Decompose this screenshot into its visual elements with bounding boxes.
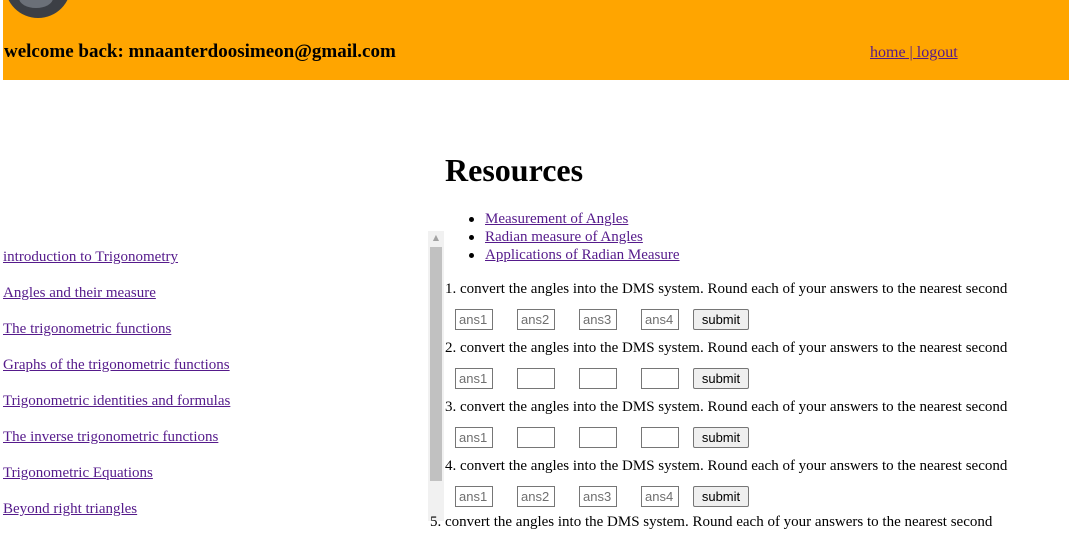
answer-input-4[interactable] xyxy=(641,427,679,448)
question-block: 1. convert the angles into the DMS syste… xyxy=(445,280,1065,339)
question-block: 3. convert the angles into the DMS syste… xyxy=(445,398,1065,457)
avatar xyxy=(5,0,71,18)
avatar-image xyxy=(19,0,53,8)
answer-input-2[interactable] xyxy=(517,486,555,507)
questions-list: 1. convert the angles into the DMS syste… xyxy=(445,280,1065,516)
top-nav: home | logout xyxy=(870,44,958,62)
resource-link-applications[interactable]: Applications of Radian Measure xyxy=(485,247,680,263)
scrollbar[interactable]: ▲ xyxy=(428,231,444,521)
answer-input-2[interactable] xyxy=(517,427,555,448)
answer-input-3[interactable] xyxy=(579,309,617,330)
list-item: Measurement of Angles xyxy=(445,210,680,228)
question-text: 1. convert the angles into the DMS syste… xyxy=(445,281,1008,297)
scroll-up-arrow-icon[interactable]: ▲ xyxy=(428,231,444,245)
resources-list: Measurement of Angles Radian measure of … xyxy=(445,210,680,264)
answer-input-1[interactable] xyxy=(455,486,493,507)
question-block: 4. convert the angles into the DMS syste… xyxy=(445,457,1065,516)
answer-input-4[interactable] xyxy=(641,486,679,507)
answer-input-3[interactable] xyxy=(579,368,617,389)
question-text: 4. convert the angles into the DMS syste… xyxy=(445,458,1008,474)
resource-link-radian[interactable]: Radian measure of Angles xyxy=(485,229,643,245)
sidebar-item-beyond-right-triangles[interactable]: Beyond right triangles xyxy=(3,500,230,536)
page-title: Resources xyxy=(445,152,584,188)
logout-link[interactable]: logout xyxy=(917,44,958,61)
sidebar-item-trig-functions[interactable]: The trigonometric functions xyxy=(3,320,230,356)
answer-input-4[interactable] xyxy=(641,368,679,389)
resource-link-measurement[interactable]: Measurement of Angles xyxy=(485,211,628,227)
question-text-partial: 5. convert the angles into the DMS syste… xyxy=(430,514,993,530)
list-item: Applications of Radian Measure xyxy=(445,246,680,264)
submit-button[interactable]: submit xyxy=(693,486,749,507)
question-block: 2. convert the angles into the DMS syste… xyxy=(445,339,1065,398)
header-bar: welcome back: mnaanterdoosimeon@gmail.co… xyxy=(3,0,1069,80)
sidebar-item-introduction[interactable]: introduction to Trigonometry xyxy=(3,248,230,284)
answer-input-3[interactable] xyxy=(579,486,617,507)
home-link[interactable]: home xyxy=(870,44,906,61)
sidebar-item-inverse[interactable]: The inverse trigonometric functions xyxy=(3,428,230,464)
welcome-message: welcome back: mnaanterdoosimeon@gmail.co… xyxy=(4,41,396,62)
list-item: Radian measure of Angles xyxy=(445,228,680,246)
sidebar-item-identities[interactable]: Trigonometric identities and formulas xyxy=(3,392,230,428)
question-text: 3. convert the angles into the DMS syste… xyxy=(445,399,1008,415)
submit-button[interactable]: submit xyxy=(693,427,749,448)
answer-input-3[interactable] xyxy=(579,427,617,448)
nav-separator: | xyxy=(905,44,917,61)
submit-button[interactable]: submit xyxy=(693,368,749,389)
answer-input-2[interactable] xyxy=(517,368,555,389)
answer-input-4[interactable] xyxy=(641,309,679,330)
sidebar-item-graphs[interactable]: Graphs of the trigonometric functions xyxy=(3,356,230,392)
sidebar-item-equations[interactable]: Trigonometric Equations xyxy=(3,464,230,500)
question-text: 2. convert the angles into the DMS syste… xyxy=(445,340,1008,356)
answer-input-1[interactable] xyxy=(455,427,493,448)
submit-button[interactable]: submit xyxy=(693,309,749,330)
bullet-icon xyxy=(469,217,474,222)
answer-input-1[interactable] xyxy=(455,309,493,330)
bullet-icon xyxy=(469,253,474,258)
sidebar-item-angles[interactable]: Angles and their measure xyxy=(3,284,230,320)
bullet-icon xyxy=(469,235,474,240)
sidebar-nav: introduction to Trigonometry Angles and … xyxy=(3,248,230,536)
scrollbar-thumb[interactable] xyxy=(430,247,442,481)
answer-input-2[interactable] xyxy=(517,309,555,330)
answer-input-1[interactable] xyxy=(455,368,493,389)
